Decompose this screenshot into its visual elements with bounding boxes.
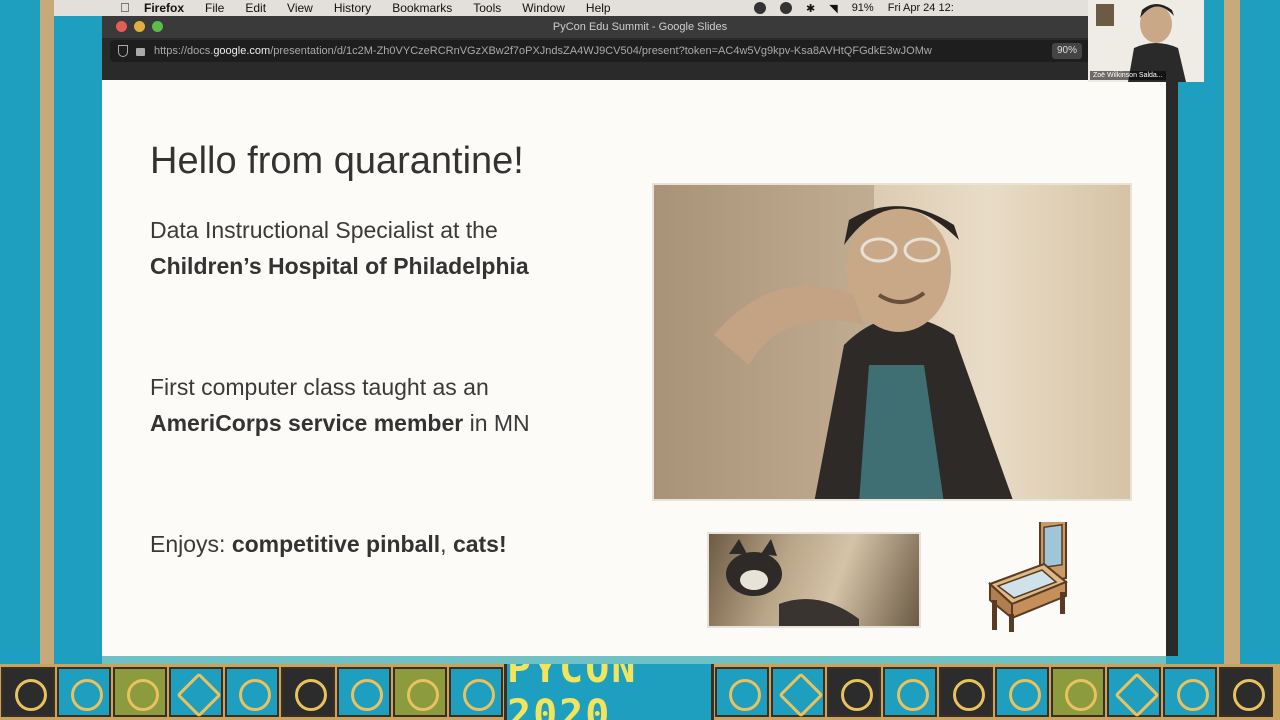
macos-menubar:  Firefox File Edit View History Bookmar… bbox=[54, 0, 1090, 16]
bio-paragraph-job: Data Instructional Specialist at the Chi… bbox=[150, 212, 529, 284]
hobby-pinball: competitive pinball bbox=[231, 531, 441, 557]
location-text: in MN bbox=[463, 410, 530, 436]
menu-tools[interactable]: Tools bbox=[473, 1, 501, 15]
bio-paragraph-americorps: First computer class taught as an AmeriC… bbox=[150, 369, 530, 441]
americorps-text: AmeriCorps service member bbox=[150, 410, 464, 436]
banner-tile-panel bbox=[337, 667, 391, 717]
lock-icon[interactable] bbox=[136, 48, 145, 56]
slide-footer-strip bbox=[102, 656, 1166, 664]
job-employer: Children’s Hospital of Philadelphia bbox=[150, 253, 529, 279]
person-portrait-photo bbox=[652, 183, 1132, 501]
left-frame-strip bbox=[40, 0, 54, 664]
minimize-window-button[interactable] bbox=[134, 21, 145, 32]
browser-window: PyCon Edu Summit - Google Slides https:/… bbox=[102, 16, 1178, 656]
banner-tile-bridge-right bbox=[715, 667, 769, 717]
pinball-machine-icon bbox=[988, 522, 1068, 632]
menu-edit[interactable]: Edit bbox=[245, 1, 266, 15]
hobby-cats: cats! bbox=[452, 531, 507, 557]
job-line: Data Instructional Specialist at the bbox=[150, 217, 498, 243]
banner-tile-star bbox=[1107, 667, 1161, 717]
status-area: ✱ ◥ 91% Fri Apr 24 12: bbox=[754, 0, 968, 16]
enjoys-label: Enjoys: bbox=[150, 531, 232, 557]
menu-bookmarks[interactable]: Bookmarks bbox=[392, 1, 452, 15]
banner-tile-v bbox=[57, 667, 111, 717]
window-title: PyCon Edu Summit - Google Slides bbox=[552, 21, 728, 33]
banner-tile-grid bbox=[827, 667, 881, 717]
url-prefix: https://docs. bbox=[154, 45, 214, 57]
banner-tile-terminal bbox=[1, 667, 55, 717]
banner-tile-robot-right bbox=[1219, 667, 1273, 717]
clock[interactable]: Fri Apr 24 12: bbox=[888, 2, 954, 14]
webcam-thumbnail[interactable]: Zoë Wilkinson Salda... bbox=[1088, 0, 1204, 82]
url-path: /presentation/d/1c2M-Zh0VYCzeRCRnVGzXBw2… bbox=[270, 45, 932, 57]
menu-firefox[interactable]: Firefox bbox=[144, 1, 184, 15]
cat-photo bbox=[707, 532, 921, 628]
banner-tile-bars-right bbox=[1163, 667, 1217, 717]
battery-percent[interactable]: 91% bbox=[852, 2, 874, 14]
banner-tile-window bbox=[883, 667, 937, 717]
menu-file[interactable]: File bbox=[205, 1, 224, 15]
banner-tile-robot bbox=[281, 667, 335, 717]
pycon-2020-logo: PYCON 2020 bbox=[504, 664, 714, 720]
banner-tile-terminal-right bbox=[939, 667, 993, 717]
url-bar[interactable]: https://docs.google.com/presentation/d/1… bbox=[110, 40, 1090, 62]
class-line: First computer class taught as an bbox=[150, 374, 489, 400]
banner-tile-diamond-right bbox=[771, 667, 825, 717]
banner-tile-bridge bbox=[449, 667, 503, 717]
zoom-badge[interactable]: 90% bbox=[1051, 43, 1082, 59]
banner-tile-leaves-right bbox=[1051, 667, 1105, 717]
globe-icon[interactable] bbox=[780, 2, 792, 14]
maximize-window-button[interactable] bbox=[152, 21, 163, 32]
bio-paragraph-hobbies: Enjoys: competitive pinball, cats! bbox=[150, 526, 507, 562]
menu-window[interactable]: Window bbox=[522, 1, 565, 15]
menu-view[interactable]: View bbox=[287, 1, 313, 15]
sync-icon[interactable] bbox=[754, 2, 766, 14]
apple-icon[interactable]:  bbox=[120, 0, 130, 15]
banner-tile-diamond bbox=[169, 667, 223, 717]
pycon-banner: PYCON 2020 bbox=[0, 664, 1280, 720]
wifi-icon[interactable]: ◥ bbox=[829, 2, 837, 15]
traffic-lights bbox=[116, 21, 170, 32]
menu-history[interactable]: History bbox=[334, 1, 371, 15]
close-window-button[interactable] bbox=[116, 21, 127, 32]
presentation-slide: Hello from quarantine! Data Instructiona… bbox=[102, 80, 1166, 656]
webcam-name-label: Zoë Wilkinson Salda... bbox=[1090, 71, 1166, 80]
hobby-separator: , bbox=[440, 531, 453, 557]
banner-tile-bars bbox=[225, 667, 279, 717]
right-frame-strip bbox=[1224, 0, 1240, 664]
url-host: google.com bbox=[213, 45, 271, 57]
banner-tile-tools bbox=[393, 667, 447, 717]
bluetooth-icon[interactable]: ✱ bbox=[806, 2, 815, 15]
slide-title: Hello from quarantine! bbox=[150, 140, 524, 182]
banner-tile-leaves bbox=[113, 667, 167, 717]
banner-tile-v-right bbox=[995, 667, 1049, 717]
window-titlebar: PyCon Edu Summit - Google Slides bbox=[102, 16, 1178, 38]
menu-help[interactable]: Help bbox=[586, 1, 611, 15]
shield-icon[interactable] bbox=[118, 45, 128, 57]
